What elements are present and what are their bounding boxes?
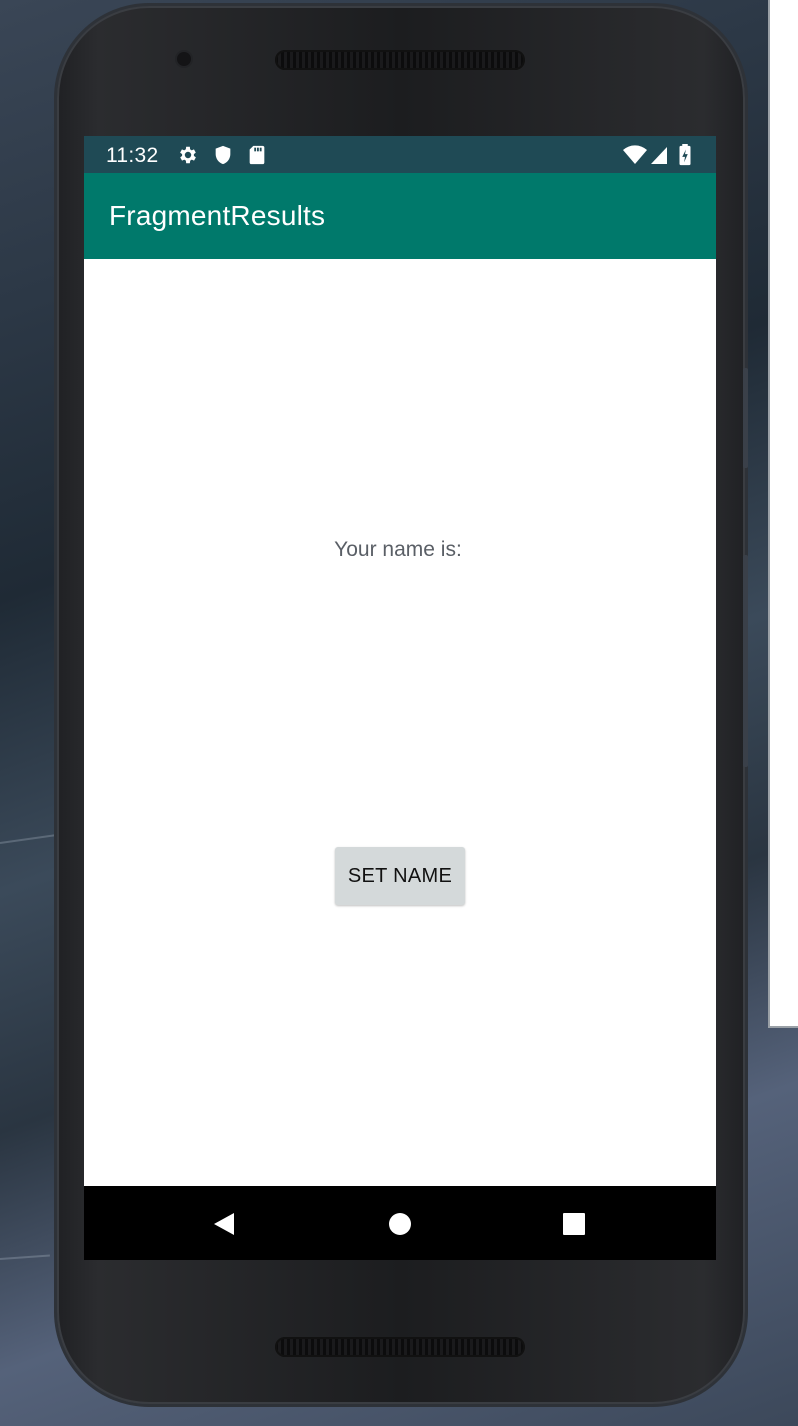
app-toolbar: FragmentResults <box>84 173 716 259</box>
home-icon[interactable] <box>386 1210 414 1238</box>
set-name-button[interactable]: SET NAME <box>335 847 465 905</box>
top-speaker <box>275 50 525 70</box>
back-icon[interactable] <box>210 1210 238 1238</box>
name-result-label: Your name is: <box>334 538 462 561</box>
app-title: FragmentResults <box>109 200 326 231</box>
volume-button[interactable] <box>743 555 748 767</box>
gear-icon <box>180 146 196 164</box>
background-window[interactable] <box>768 0 798 1028</box>
wallpaper-streak <box>0 833 60 844</box>
bottom-speaker <box>275 1337 525 1357</box>
fragment-content: Your name is: SET NAME <box>84 259 716 1186</box>
wifi-icon <box>623 145 647 164</box>
status-time: 11:32 <box>106 144 159 167</box>
signal-icon <box>651 147 667 164</box>
power-button[interactable] <box>743 368 748 468</box>
status-bar: 11:32 <box>84 136 716 173</box>
device-screen: 11:32 FragmentResults Your name is: SET … <box>84 136 716 1260</box>
battery-charging-icon <box>679 144 691 166</box>
wallpaper-streak <box>0 1254 50 1260</box>
recents-icon[interactable] <box>560 1210 588 1238</box>
shield-icon <box>215 145 231 165</box>
front-camera <box>177 52 191 66</box>
navigation-bar <box>84 1186 716 1260</box>
sd-card-icon <box>249 145 265 165</box>
